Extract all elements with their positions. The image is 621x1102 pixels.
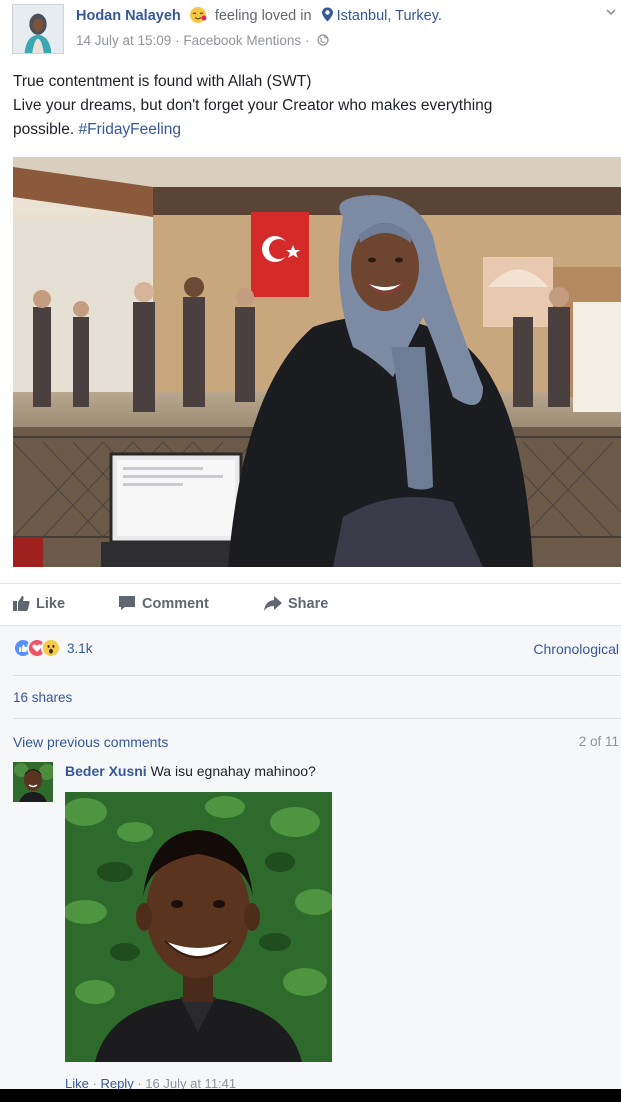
comment-bubble-icon [119, 596, 135, 610]
post-text: True contentment is found with Allah (SW… [13, 70, 613, 142]
comment-label: Comment [142, 596, 209, 612]
author-name[interactable]: Hodan Nalayeh [76, 8, 181, 24]
comment-button[interactable]: Comment [118, 584, 209, 624]
reaction-count[interactable]: 3.1k [67, 641, 93, 656]
feeling-text: feeling loved in [214, 8, 312, 24]
commenter-avatar[interactable] [13, 762, 53, 802]
comment-photo[interactable] [65, 792, 332, 1062]
meta-separator: · [304, 33, 310, 48]
post-text-line: True contentment is found with Allah (SW… [13, 73, 312, 90]
author-avatar[interactable] [12, 4, 64, 54]
section-divider [13, 675, 621, 676]
view-previous-comments-link[interactable]: View previous comments [13, 734, 168, 750]
thumbs-up-icon [13, 596, 30, 611]
meta-separator: · [175, 33, 180, 48]
comment-sort-selector[interactable]: Chronological [533, 641, 619, 657]
location-link[interactable]: Istanbul, Turkey. [337, 8, 442, 24]
globe-icon[interactable] [317, 34, 329, 46]
post-photo[interactable] [13, 157, 621, 567]
like-button[interactable]: Like [13, 584, 65, 624]
post-header-line: Hodan Nalayeh feeling loved in Istanbul,… [76, 6, 442, 24]
reaction-summary[interactable]: 3.1k [13, 638, 93, 660]
post-text-line: Live your dreams, but don't forget your … [13, 97, 493, 114]
share-label: Share [288, 596, 329, 612]
post-timestamp[interactable]: 14 July at 15:09 [76, 33, 171, 48]
post-header: Hodan Nalayeh feeling loved in Istanbul,… [0, 0, 621, 62]
post-text-line: possible. #FridayFeeling [13, 118, 613, 142]
like-label: Like [36, 596, 66, 612]
post-actions-bar: Like Comment Share [0, 583, 621, 625]
chevron-down-icon[interactable] [605, 4, 617, 16]
post-text-end: possible. [13, 121, 75, 138]
shares-count[interactable]: 16 shares [13, 690, 72, 705]
wow-reaction-icon [41, 638, 61, 658]
comment-author[interactable]: Beder Xusni [65, 763, 147, 779]
hashtag-link[interactable]: #FridayFeeling [79, 121, 182, 138]
post-meta: 14 July at 15:09 · Facebook Mentions · [76, 33, 329, 48]
comment-pagination-count: 2 of 11 [578, 734, 619, 749]
screen-bottom-edge [0, 1089, 621, 1102]
feeling-loved-emoji [188, 6, 208, 24]
share-arrow-icon [264, 596, 282, 611]
comment-text: Wa isu egnahay mahinoo? [150, 763, 316, 779]
section-divider [13, 718, 621, 719]
comment-body: Beder Xusni Wa isu egnahay mahinoo? [65, 763, 316, 779]
location-pin-icon [321, 7, 334, 22]
share-button[interactable]: Share [264, 584, 328, 624]
post-source: Facebook Mentions [183, 33, 302, 48]
